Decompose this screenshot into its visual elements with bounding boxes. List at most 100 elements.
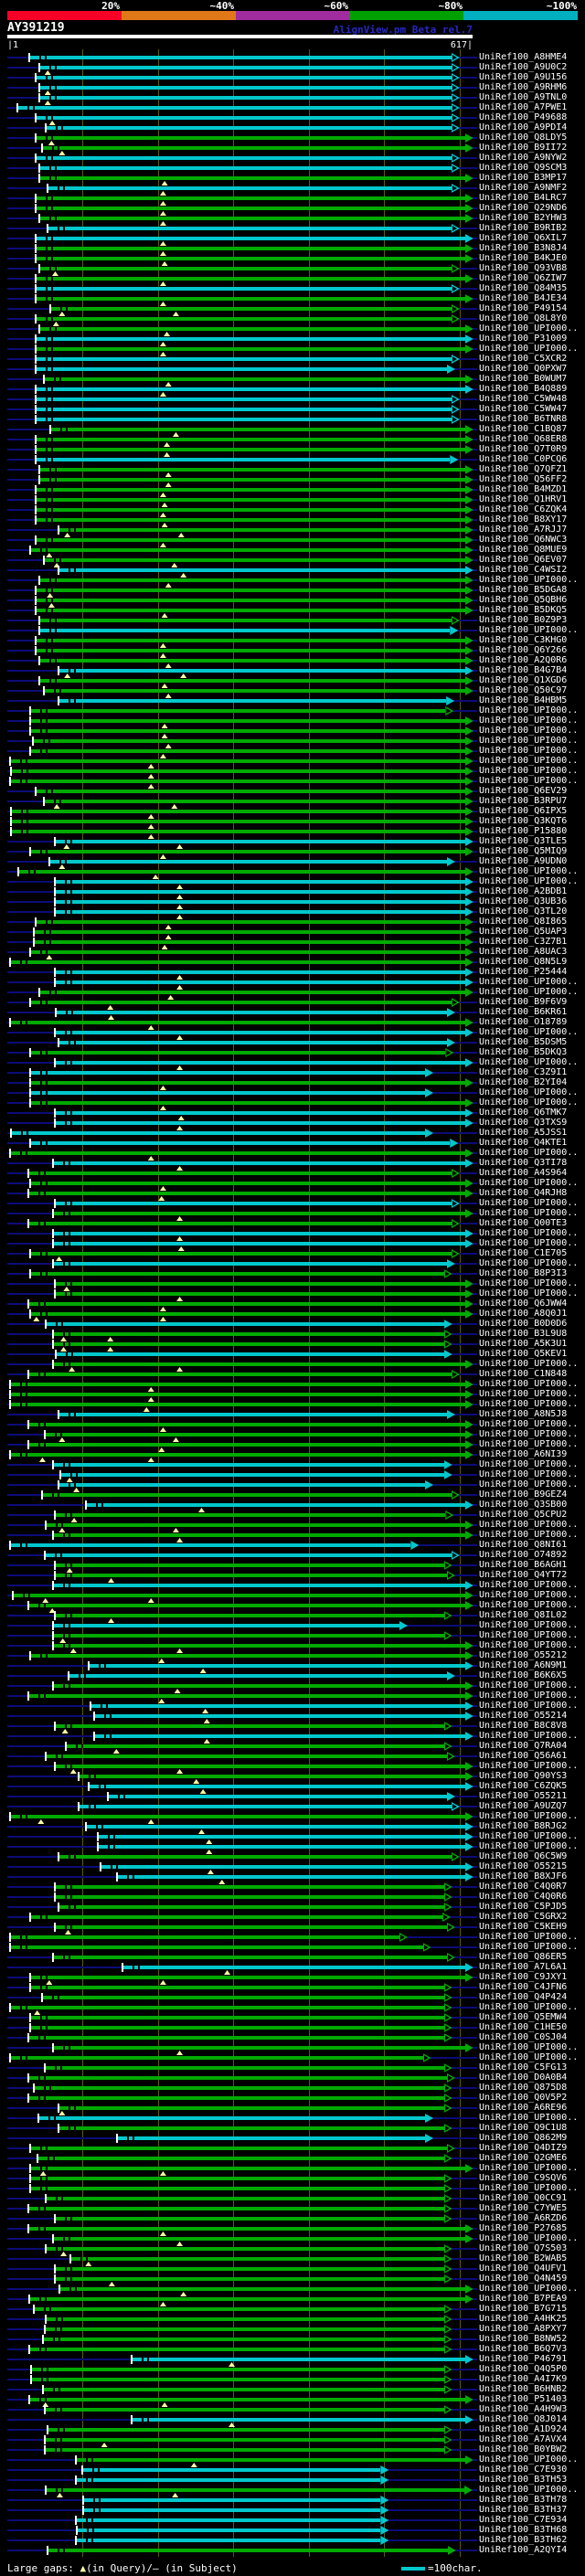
alignment-bar[interactable] [37, 237, 465, 240]
alignment-bar[interactable] [58, 1483, 426, 1487]
hit-label[interactable]: UniRef100_C1E705 [479, 1248, 567, 1258]
alignment-bar[interactable] [67, 1744, 444, 1748]
hit-label[interactable]: UniRef100_C5WW47 [479, 404, 567, 414]
hit-label[interactable]: UniRef100_B8NW52 [479, 2334, 567, 2344]
hit-label[interactable]: UniRef100_Q4RJH8 [479, 1188, 567, 1198]
hit-label[interactable]: UniRef100_UPI000.. [479, 2002, 578, 2012]
alignment-bar[interactable] [55, 1564, 444, 1567]
hit-label[interactable]: UniRef100_Q875D8 [479, 2083, 567, 2093]
hit-label[interactable]: UniRef100_UPI000.. [479, 1831, 578, 1841]
alignment-bar[interactable] [132, 2418, 465, 2422]
alignment-bar[interactable] [11, 1935, 399, 1939]
alignment-bar[interactable] [46, 1322, 444, 1326]
hit-label[interactable]: UniRef100_UPI000.. [479, 1479, 578, 1489]
hit-label[interactable]: UniRef100_B5DKQ5 [479, 605, 567, 615]
hit-label[interactable]: UniRef100_UPI000.. [479, 1469, 578, 1479]
alignment-bar[interactable] [37, 408, 452, 411]
alignment-bar[interactable] [45, 558, 465, 562]
alignment-bar[interactable] [29, 56, 452, 59]
hit-label[interactable]: UniRef100_C4JFN6 [479, 1982, 567, 1992]
hit-label[interactable]: UniRef100_Q1HRV1 [479, 494, 567, 504]
hit-label[interactable]: UniRef100_B4HBM5 [479, 695, 567, 705]
hit-label[interactable]: UniRef100_A9NYW2 [479, 153, 567, 163]
hit-label[interactable]: UniRef100_Q6TMK7 [479, 1108, 567, 1118]
alignment-bar[interactable] [37, 518, 465, 522]
hit-label[interactable]: UniRef100_B9RIB2 [479, 223, 567, 233]
hit-label[interactable]: UniRef100_A4S964 [479, 1168, 567, 1178]
hit-label[interactable]: UniRef100_B4KJE0 [479, 253, 567, 263]
hit-label[interactable]: UniRef100_UPI000.. [479, 2052, 578, 2062]
alignment-bar[interactable] [54, 1684, 465, 1688]
alignment-bar[interactable] [54, 1634, 444, 1638]
alignment-bar[interactable] [40, 176, 465, 180]
alignment-bar[interactable] [43, 2388, 444, 2391]
alignment-bar[interactable] [37, 287, 452, 291]
hit-label[interactable]: UniRef100_B2YI04 [479, 1077, 567, 1087]
hit-label[interactable]: UniRef100_P49688 [479, 112, 567, 122]
hit-label[interactable]: UniRef100_Q862M9 [479, 2133, 567, 2143]
alignment-bar[interactable] [37, 277, 465, 281]
hit-label[interactable]: UniRef100_UPI000.. [479, 1520, 578, 1530]
alignment-bar[interactable] [34, 2307, 444, 2311]
hit-label[interactable]: UniRef100_UPI000.. [479, 1178, 578, 1188]
hit-label[interactable]: UniRef100_B6AGH1 [479, 1560, 567, 1570]
alignment-bar[interactable] [37, 297, 465, 301]
hit-label[interactable]: UniRef100_UPI000.. [479, 876, 578, 886]
hit-label[interactable]: UniRef100_Q5MIQ9 [479, 846, 567, 856]
alignment-bar[interactable] [48, 186, 452, 190]
hit-label[interactable]: UniRef100_B3TH37 [479, 2505, 567, 2515]
alignment-bar[interactable] [84, 2498, 381, 2502]
alignment-bar[interactable] [37, 76, 452, 80]
hit-label[interactable]: UniRef100_B7G715 [479, 2304, 567, 2314]
alignment-bar[interactable] [34, 2086, 444, 2090]
hit-label[interactable]: UniRef100_A2QYI4 [479, 2545, 567, 2555]
alignment-bar[interactable] [46, 2438, 444, 2442]
alignment-bar[interactable] [31, 2167, 465, 2170]
alignment-bar[interactable] [37, 317, 452, 321]
hit-label[interactable]: UniRef100_Q5QBH6 [479, 595, 567, 605]
alignment-bar[interactable] [54, 1624, 399, 1627]
hit-label[interactable]: UniRef100_B5DGA8 [479, 585, 567, 595]
hit-label[interactable]: UniRef100_Q4UFV1 [479, 2263, 567, 2274]
alignment-bar[interactable] [45, 689, 465, 693]
alignment-bar[interactable] [31, 2187, 444, 2190]
alignment-bar[interactable] [37, 448, 465, 451]
alignment-bar[interactable] [59, 2287, 465, 2291]
hit-label[interactable]: UniRef100_B0D0D6 [479, 1319, 567, 1329]
hit-label[interactable]: UniRef100_A4HK25 [479, 2314, 567, 2324]
alignment-bar[interactable] [37, 438, 465, 441]
alignment-bar[interactable] [58, 1855, 452, 1859]
hit-label[interactable]: UniRef100_Q4N459 [479, 2274, 567, 2284]
alignment-bar[interactable] [11, 1383, 465, 1386]
hit-label[interactable]: UniRef100_UPI000.. [479, 1238, 578, 1248]
alignment-bar[interactable] [37, 347, 465, 351]
hit-label[interactable]: UniRef100_Q6ZIW7 [479, 273, 567, 283]
hit-label[interactable]: UniRef100_B9F6V9 [479, 997, 567, 1007]
alignment-bar[interactable] [11, 1403, 465, 1406]
alignment-bar[interactable] [42, 1996, 444, 1999]
alignment-bar[interactable] [45, 377, 465, 381]
alignment-bar[interactable] [31, 749, 465, 753]
hit-label[interactable]: UniRef100_B3TH53 [479, 2475, 567, 2485]
alignment-bar[interactable] [37, 538, 465, 542]
alignment-bar[interactable] [11, 810, 465, 813]
alignment-bar[interactable] [37, 488, 465, 492]
alignment-bar[interactable] [29, 2297, 465, 2301]
hit-label[interactable]: UniRef100_C4WSI2 [479, 565, 567, 575]
hit-label[interactable]: UniRef100_C5PJD5 [479, 1902, 567, 1912]
alignment-bar[interactable] [40, 217, 465, 220]
alignment-bar[interactable] [58, 2106, 444, 2110]
alignment-bar[interactable] [37, 599, 465, 602]
alignment-bar[interactable] [31, 1272, 444, 1276]
alignment-bar[interactable] [46, 1553, 452, 1557]
alignment-bar[interactable] [118, 2136, 426, 2140]
hit-label[interactable]: UniRef100_Q5CPU2 [479, 1510, 567, 1520]
hit-label[interactable]: UniRef100_C5KEH9 [479, 1922, 567, 1932]
hit-label[interactable]: UniRef100_O55214 [479, 1711, 567, 1721]
hit-label[interactable]: UniRef100_A8HME4 [479, 52, 567, 62]
hit-label[interactable]: UniRef100_C3Z7B1 [479, 937, 567, 947]
alignment-bar[interactable] [55, 890, 465, 894]
alignment-bar[interactable] [40, 327, 465, 331]
hit-label[interactable]: UniRef100_C3Z9I1 [479, 1067, 567, 1077]
alignment-bar[interactable] [54, 1533, 465, 1537]
